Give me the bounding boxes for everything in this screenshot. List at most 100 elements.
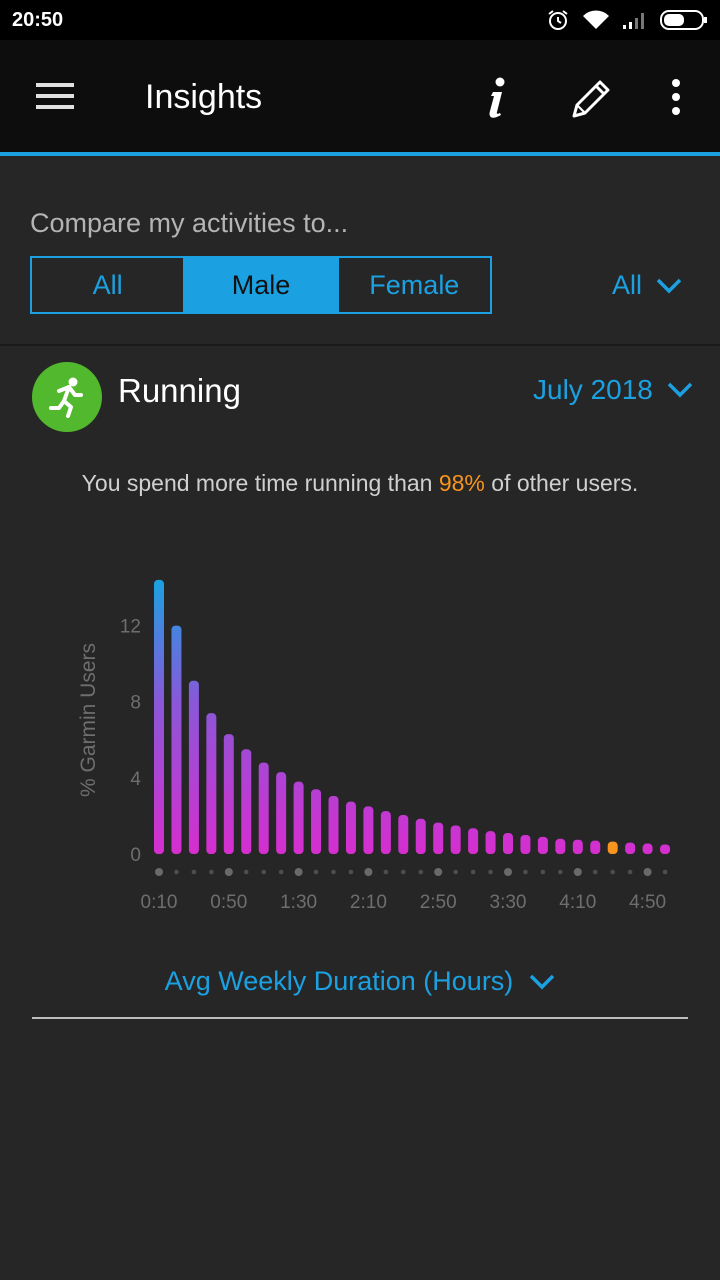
- pencil-icon: [572, 80, 610, 118]
- y-axis-label: % Garmin Users: [77, 643, 100, 797]
- bar: [660, 844, 671, 854]
- chevron-down-icon: [530, 974, 555, 989]
- bar: [537, 836, 548, 854]
- metric-selector-value: Avg Weekly Duration (Hours): [164, 966, 514, 996]
- x-tick-label: 1:30: [280, 892, 317, 913]
- bar: [241, 749, 252, 854]
- x-minor-tick: [470, 869, 476, 875]
- status-icons: [546, 8, 708, 32]
- more-options-button[interactable]: [662, 74, 690, 122]
- x-minor-tick: [383, 869, 389, 875]
- bar: [590, 840, 601, 854]
- bar: [625, 842, 636, 854]
- x-minor-tick: [662, 869, 668, 875]
- x-tick-label: 3:30: [490, 892, 527, 913]
- x-major-tick: [364, 868, 373, 876]
- runner-icon: [49, 377, 83, 418]
- x-tick-label: 4:10: [559, 892, 596, 913]
- x-major-tick: [643, 868, 652, 876]
- hamburger-icon: [36, 83, 74, 109]
- x-minor-tick: [261, 869, 267, 875]
- section-divider: [32, 1017, 688, 1019]
- bar: [328, 795, 339, 854]
- x-minor-tick: [627, 869, 633, 875]
- x-major-tick: [155, 868, 163, 876]
- signal-icon: [623, 13, 644, 29]
- compare-label: Compare my activities to...: [30, 208, 349, 238]
- bar: [433, 822, 444, 854]
- bar: [293, 781, 304, 854]
- bar-highlighted: [607, 841, 618, 854]
- bar: [276, 772, 287, 854]
- bar: [258, 762, 269, 854]
- bar: [188, 680, 199, 854]
- x-minor-tick: [278, 869, 284, 875]
- bar: [450, 825, 461, 854]
- metric-selector-dropdown[interactable]: Avg Weekly Duration (Hours): [0, 966, 720, 997]
- page-title: Insights: [145, 78, 263, 116]
- x-minor-tick: [558, 869, 563, 875]
- y-tick-label: 4: [130, 769, 141, 790]
- bar: [415, 818, 426, 854]
- x-minor-tick: [418, 869, 424, 875]
- distribution-bar-chart: % Garmin Users 0 4 8 12 0:10 0:50 1:30 2:10 2:50 3…: [77, 579, 671, 913]
- x-minor-tick: [348, 869, 354, 875]
- x-minor-tick: [610, 869, 615, 875]
- x-major-tick: [294, 868, 303, 876]
- y-tick-label: 8: [130, 693, 141, 714]
- x-major-tick: [224, 868, 233, 876]
- x-minor-tick: [191, 869, 197, 875]
- segment-female[interactable]: Female: [336, 258, 490, 312]
- bar: [171, 625, 182, 854]
- x-tick-label: 2:50: [420, 892, 457, 913]
- bar: [503, 833, 513, 854]
- bar: [398, 814, 409, 854]
- x-minor-tick: [209, 869, 214, 875]
- chevron-down-icon: [667, 382, 693, 398]
- running-activity-badge: [32, 362, 102, 432]
- x-major-tick: [434, 868, 443, 876]
- x-major-tick: [573, 868, 582, 876]
- period-dropdown[interactable]: July 2018: [533, 374, 693, 406]
- x-minor-tick: [488, 869, 493, 875]
- segment-all[interactable]: All: [32, 258, 183, 312]
- x-minor-tick: [592, 869, 598, 875]
- x-tick-label: 2:10: [350, 892, 387, 913]
- period-value: July 2018: [533, 374, 653, 405]
- activity-title: Running: [118, 372, 241, 409]
- bar: [380, 811, 391, 854]
- bar: [154, 579, 164, 854]
- alarm-icon: [548, 10, 568, 30]
- bar: [555, 838, 566, 854]
- x-major-tick: [504, 868, 512, 876]
- compare-section: Compare my activities to... All Male Fem…: [0, 156, 720, 346]
- edit-button[interactable]: [568, 74, 616, 122]
- bar: [520, 834, 531, 854]
- y-tick-label: 12: [120, 617, 141, 638]
- wifi-icon: [583, 10, 609, 29]
- bar: [206, 713, 217, 854]
- bar: [345, 801, 356, 854]
- menu-button[interactable]: [36, 80, 76, 112]
- insight-prefix: You spend more time running than: [81, 470, 439, 496]
- age-filter-dropdown[interactable]: All: [612, 270, 682, 301]
- x-minor-tick: [243, 869, 249, 875]
- insight-summary: You spend more time running than 98% of …: [0, 470, 720, 497]
- bar: [223, 734, 234, 854]
- chevron-down-icon: [656, 278, 682, 293]
- x-minor-tick: [174, 869, 179, 875]
- x-minor-tick: [331, 869, 336, 875]
- segment-male[interactable]: Male: [183, 258, 337, 312]
- bar: [572, 839, 583, 854]
- x-minor-tick: [523, 869, 528, 875]
- bar: [642, 843, 653, 854]
- gender-segmented-control: All Male Female: [30, 256, 492, 314]
- bar: [485, 831, 496, 854]
- battery-icon: [660, 10, 707, 30]
- insight-suffix: of other users.: [484, 470, 639, 496]
- insight-percent: 98%: [438, 470, 485, 496]
- x-tick-label: 4:50: [629, 892, 666, 913]
- info-button[interactable]: [482, 74, 512, 122]
- status-bar: 20:50: [0, 0, 720, 40]
- age-filter-value: All: [612, 270, 643, 300]
